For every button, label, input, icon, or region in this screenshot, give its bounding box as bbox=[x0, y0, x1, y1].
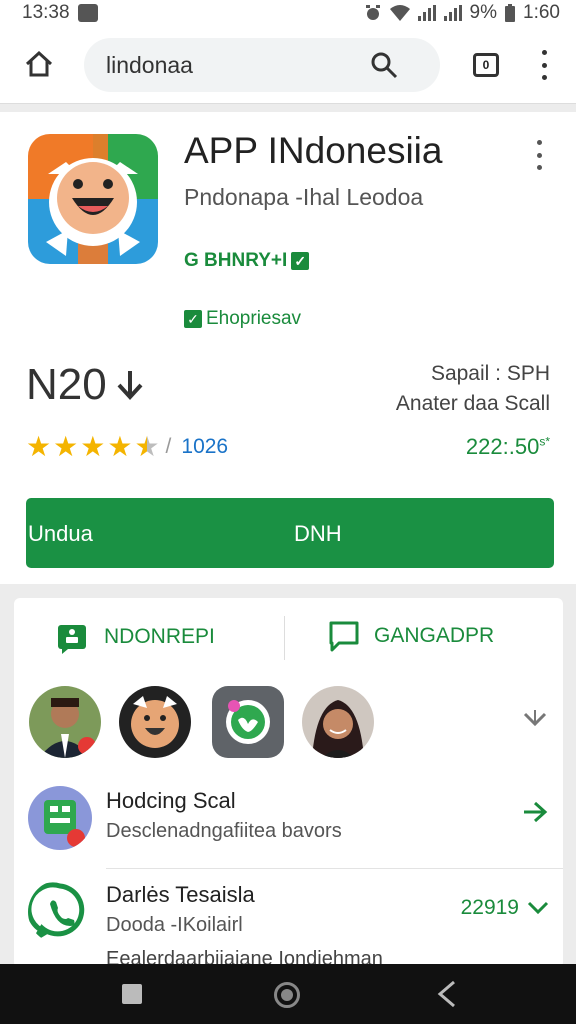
battery-percent: 9% bbox=[469, 2, 498, 23]
download-arrow-icon bbox=[117, 371, 143, 400]
chat-bubble-icon bbox=[329, 621, 359, 652]
phone-screen: 13:38 9% 1:60 lindonaa 0 APP INdonesiia … bbox=[0, 0, 576, 1024]
size-number: 222:.50 bbox=[465, 434, 540, 459]
signal-icon-2 bbox=[443, 5, 462, 21]
info-line-1: Sapail : SPH bbox=[430, 362, 550, 385]
battery-icon bbox=[505, 4, 516, 22]
status-time-right: 1:60 bbox=[523, 2, 560, 23]
badge-2-label: Ehopriesav bbox=[206, 308, 302, 329]
half-star-icon: ★ bbox=[134, 431, 160, 462]
app-developer[interactable]: Pndonapa -Ihal Leodoa bbox=[184, 184, 423, 211]
verified-badge: ✓ Ehopriesav bbox=[184, 308, 301, 330]
tab-switcher-button[interactable]: 0 bbox=[473, 53, 499, 77]
star-icon: ★ bbox=[107, 431, 133, 462]
star-icon: ★ bbox=[26, 431, 52, 462]
app-header-card: APP INdonesiia Pndonapa -Ihal Leodoa G B… bbox=[0, 112, 576, 584]
browser-menu-icon[interactable] bbox=[540, 50, 548, 80]
avatar[interactable] bbox=[302, 686, 374, 758]
info-line-2: Anater daa Scall bbox=[395, 392, 550, 415]
chevron-down-icon[interactable] bbox=[527, 900, 549, 916]
rating-stars: ★ ★ ★ ★ ★ / 1026 bbox=[26, 430, 228, 463]
review-count[interactable]: 1026 bbox=[181, 435, 228, 459]
tab-second-label: GANGADPR bbox=[374, 624, 495, 647]
star-icon: ★ bbox=[80, 431, 106, 462]
list-item-value: 22919 bbox=[460, 896, 519, 919]
browser-toolbar: lindonaa 0 bbox=[0, 26, 576, 104]
tab-second[interactable]: GANGADPR bbox=[328, 620, 494, 652]
details-card: NDONREPI GANGADPR Hodcing Scal Desclenad… bbox=[14, 598, 563, 968]
divider bbox=[106, 868, 563, 869]
list-item-subtitle: Desclenadngafiitea bavors bbox=[106, 820, 342, 842]
check-icon: ✓ bbox=[184, 310, 202, 328]
status-time-left: 13:38 bbox=[22, 2, 70, 23]
avatar-row bbox=[14, 686, 563, 760]
badge-share-icon bbox=[58, 625, 86, 654]
alarm-icon bbox=[365, 5, 380, 20]
list-item-title: Hodcing Scal bbox=[106, 788, 236, 813]
editor-choice-badge: G BHNRY+I ✓ bbox=[184, 250, 310, 272]
tab-first-label: NDONREPI bbox=[104, 625, 215, 648]
install-left-label: Undua bbox=[28, 521, 93, 546]
avatar[interactable] bbox=[119, 686, 191, 758]
install-center-label: DNH bbox=[294, 521, 342, 546]
status-icons: 9% 1:60 bbox=[364, 2, 560, 24]
app-icon[interactable] bbox=[28, 134, 158, 264]
status-bar: 13:38 9% 1:60 bbox=[0, 0, 576, 26]
rating-number: N20 bbox=[26, 360, 107, 409]
chevron-down-icon[interactable] bbox=[522, 708, 548, 730]
home-icon[interactable] bbox=[24, 50, 54, 78]
list-item-subtitle: Dooda -IKoilairl bbox=[106, 914, 243, 936]
list-item-icon bbox=[28, 880, 92, 944]
back-icon[interactable] bbox=[436, 980, 458, 1008]
home-button-icon[interactable] bbox=[274, 982, 300, 1008]
star-icon: ★ bbox=[53, 431, 79, 462]
size-suffix: s* bbox=[539, 434, 550, 449]
install-button[interactable]: Undua DNH bbox=[26, 498, 554, 568]
address-text: lindonaa bbox=[106, 51, 193, 78]
rating-value: N20 bbox=[26, 360, 143, 410]
list-item-icon bbox=[28, 786, 92, 850]
review-separator: / bbox=[165, 434, 172, 458]
avatar[interactable] bbox=[29, 686, 101, 758]
list-item[interactable]: Hodcing Scal Desclenadngafiitea bavors bbox=[14, 782, 563, 870]
tab-divider bbox=[284, 616, 285, 660]
avatar[interactable] bbox=[212, 686, 284, 758]
list-item-meta: 22919 bbox=[461, 896, 549, 920]
card-tabs: NDONREPI GANGADPR bbox=[14, 598, 563, 676]
badge-1-label: G BHNRY+I bbox=[184, 250, 288, 271]
app-more-icon[interactable] bbox=[534, 140, 544, 170]
check-icon: ✓ bbox=[291, 252, 310, 270]
search-icon[interactable] bbox=[370, 51, 398, 79]
recent-apps-icon[interactable] bbox=[122, 984, 142, 1004]
list-item-title: Darlės Tesaisla bbox=[106, 882, 255, 907]
arrow-right-icon[interactable] bbox=[521, 800, 549, 824]
size-value: 222:.50s* bbox=[466, 434, 550, 460]
image-notification-icon bbox=[77, 4, 98, 22]
address-bar[interactable]: lindonaa bbox=[84, 38, 440, 92]
signal-icon bbox=[417, 5, 436, 21]
app-title: APP INdonesiia bbox=[184, 130, 443, 171]
wifi-icon bbox=[389, 5, 410, 21]
tab-first[interactable]: NDONREPI bbox=[56, 620, 215, 654]
tab-count-label: 0 bbox=[482, 58, 490, 72]
system-navigation-bar bbox=[0, 964, 576, 1024]
